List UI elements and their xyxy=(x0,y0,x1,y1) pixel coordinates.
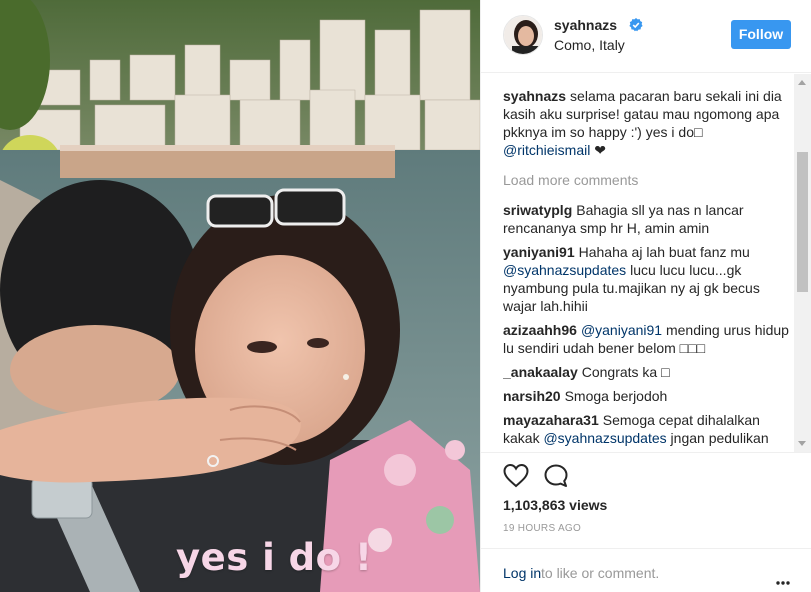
post-video[interactable]: yes i do ! xyxy=(0,0,480,592)
comment-item: azizaahh96 @yaniyani91 mending urus hidup… xyxy=(503,321,793,357)
comments-list[interactable]: syahnazs selama pacaran baru sekali ini d… xyxy=(503,87,793,450)
comment-item: yaniyani91 Hahaha aj lah buat fanz mu @sy… xyxy=(503,243,793,315)
comment-username[interactable]: azizaahh96 xyxy=(503,322,577,338)
login-link[interactable]: Log in xyxy=(503,565,541,581)
add-comment-section: Log in to like or comment. xyxy=(481,548,811,592)
comment-username[interactable]: sriwatyplg xyxy=(503,202,572,218)
comment-item: mayazahara31 Semoga cepat dihalalkan kaka… xyxy=(503,411,793,450)
views-count[interactable]: 1,103,863 views xyxy=(503,497,607,513)
comment-item: sriwatyplg Bahagia sll ya nas n lancar re… xyxy=(503,201,793,237)
comment-text: Hahaha aj lah buat fanz mu xyxy=(578,244,750,260)
login-prompt-text: to like or comment. xyxy=(541,565,660,581)
caption-username[interactable]: syahnazs xyxy=(503,88,566,104)
speech-bubble-icon[interactable] xyxy=(543,463,569,489)
comment-item: narsih20 Smoga berjodoh xyxy=(503,387,793,405)
avatar[interactable] xyxy=(503,15,543,55)
heart-icon[interactable] xyxy=(503,463,529,489)
comment-username[interactable]: narsih20 xyxy=(503,388,561,404)
post-timestamp[interactable]: 19 HOURS AGO xyxy=(503,523,581,534)
comment-text: Congrats ka □ xyxy=(581,364,670,380)
scroll-down-arrow-icon[interactable] xyxy=(798,441,806,446)
video-frame xyxy=(0,0,480,592)
scroll-up-arrow-icon[interactable] xyxy=(798,80,806,85)
comment-text: Smoga berjodoh xyxy=(564,388,668,404)
verified-badge-icon xyxy=(629,18,643,32)
post-caption: syahnazs selama pacaran baru sekali ini d… xyxy=(503,87,793,159)
comment-username[interactable]: mayazahara31 xyxy=(503,412,599,428)
username-link[interactable]: syahnazs xyxy=(554,17,617,33)
post-header: syahnazs Como, Italy Follow xyxy=(481,0,811,73)
post-actions: 1,103,863 views 19 HOURS AGO Log in to l… xyxy=(481,452,811,592)
comment-item: _anakaalay Congrats ka □ xyxy=(503,363,793,381)
caption-heart: ❤ xyxy=(590,142,606,158)
comment-mention[interactable]: @syahnazsupdates xyxy=(503,262,626,278)
comment-username[interactable]: _anakaalay xyxy=(503,364,578,380)
video-caption-text: yes i do ! xyxy=(176,536,373,579)
caption-mention[interactable]: @ritchieismail xyxy=(503,142,590,158)
comment-mention[interactable]: @yaniyani91 xyxy=(581,322,662,338)
scrollbar-thumb[interactable] xyxy=(797,152,808,292)
load-more-comments-link[interactable]: Load more comments xyxy=(503,171,793,189)
comments-scrollbar[interactable] xyxy=(794,74,811,452)
post-side-panel: syahnazs Como, Italy Follow syahnazs sela… xyxy=(480,0,811,592)
follow-button[interactable]: Follow xyxy=(731,20,791,49)
location-link[interactable]: Como, Italy xyxy=(554,37,625,53)
comment-username[interactable]: yaniyani91 xyxy=(503,244,575,260)
ellipsis-icon[interactable] xyxy=(776,572,790,585)
comment-mention[interactable]: @syahnazsupdates xyxy=(543,430,666,446)
instagram-post: yes i do ! syahnazs Como, Italy Follow s… xyxy=(0,0,811,592)
